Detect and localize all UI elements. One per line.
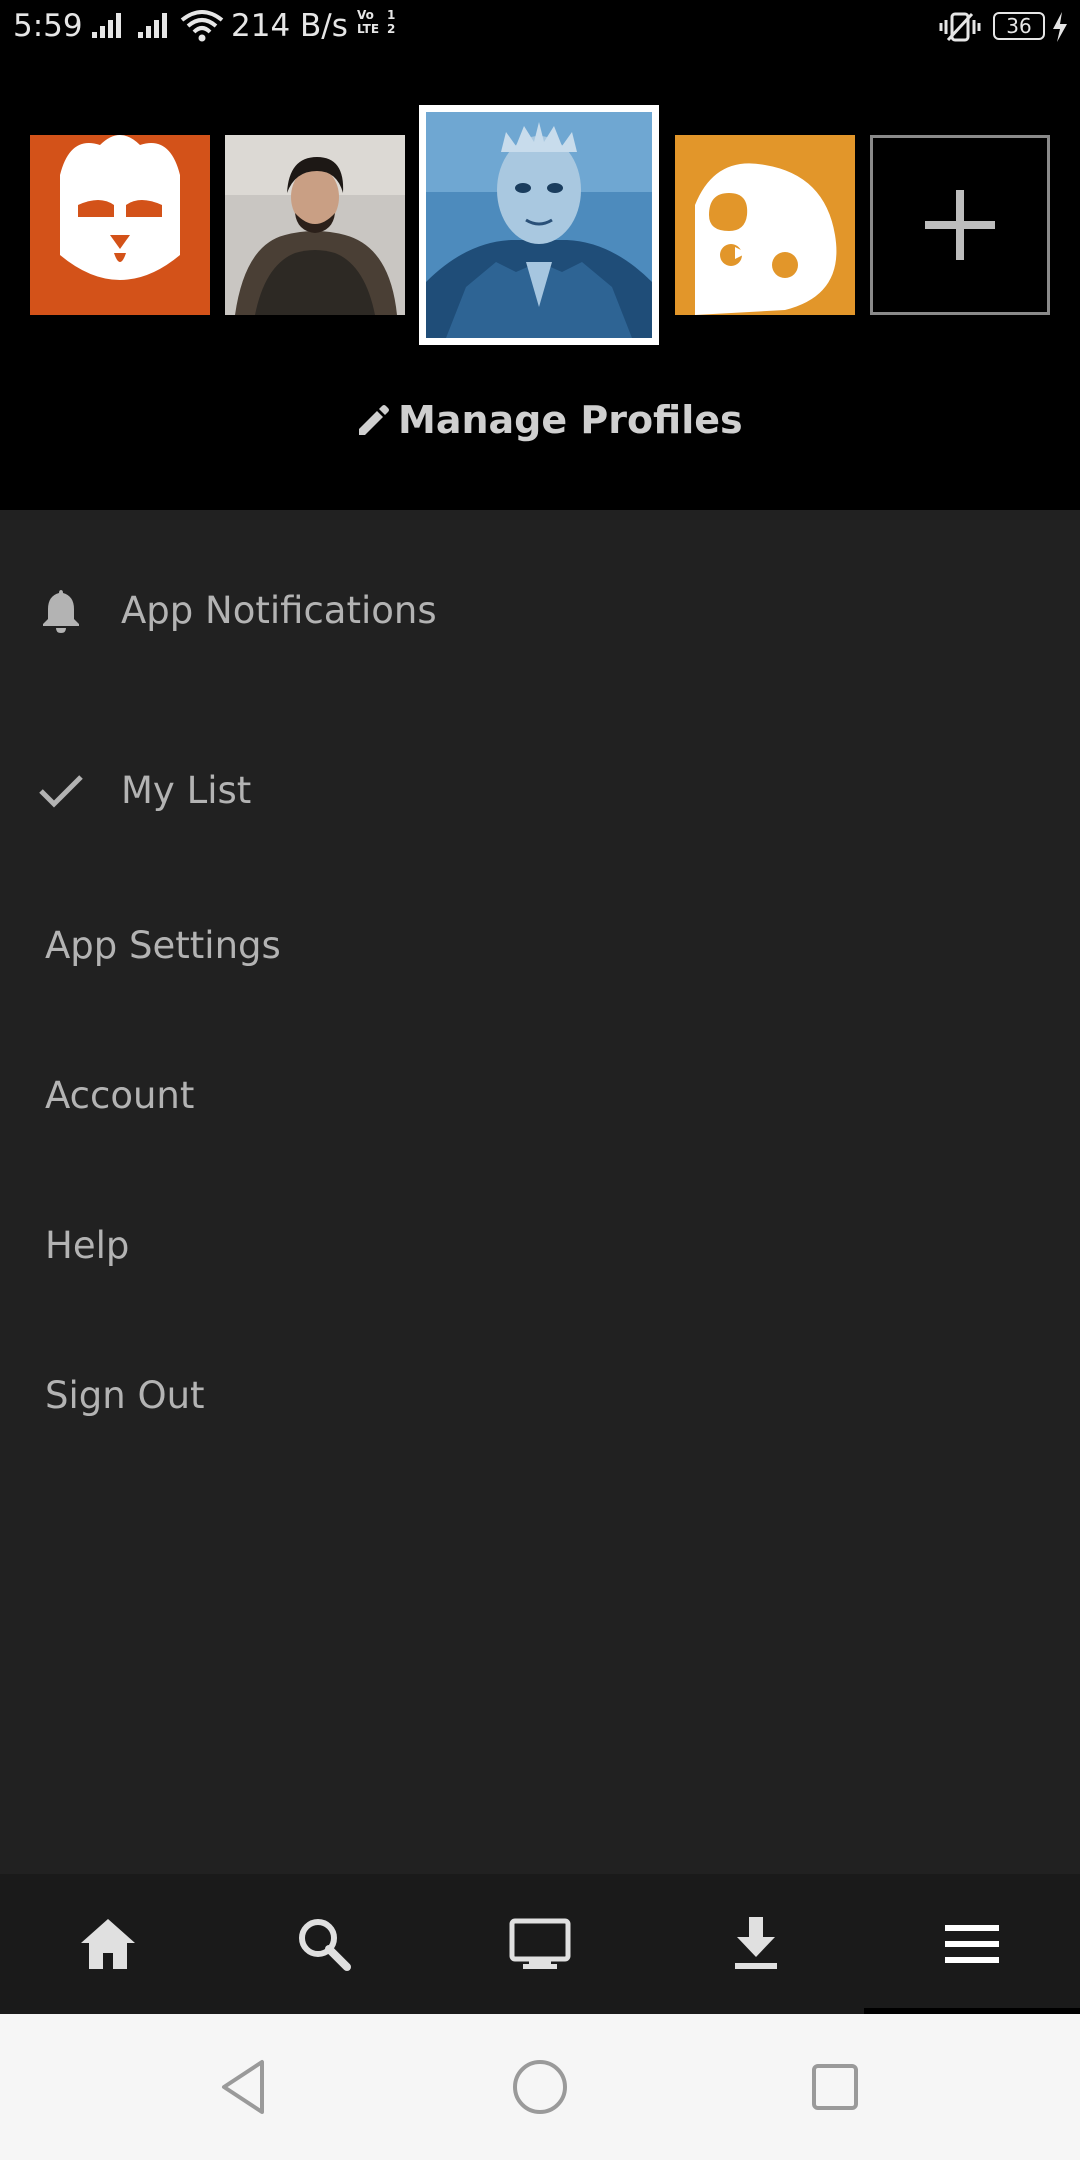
home-circle-icon — [513, 2060, 567, 2114]
plus-icon — [925, 190, 995, 260]
volte-label: Vo LTE — [357, 8, 380, 36]
vibrate-icon — [938, 10, 982, 52]
nav-home[interactable] — [0, 1874, 216, 2014]
profile-avatar-jon-snow[interactable] — [225, 135, 405, 315]
status-time: 5:59 — [13, 8, 83, 44]
system-back-button[interactable] — [210, 2052, 280, 2122]
nav-search[interactable] — [216, 1874, 432, 2014]
status-bar: 5:59 214 B/s Vo LTE 1 2 36 — [0, 0, 1080, 56]
download-icon — [735, 1917, 777, 1969]
tv-icon — [509, 1918, 571, 1969]
menu-item-my-list[interactable]: My List — [0, 710, 1080, 870]
charging-icon — [1050, 10, 1070, 52]
manage-profiles-button[interactable]: Manage Profiles — [354, 392, 743, 448]
menu-item-app-settings[interactable]: App Settings — [0, 890, 1080, 1000]
profile-avatar-night-king[interactable] — [419, 105, 659, 345]
profile-avatar-kids[interactable] — [675, 135, 855, 315]
wifi-icon — [180, 8, 224, 50]
menu-item-help[interactable]: Help — [0, 1190, 1080, 1300]
sim-slot-2: 2 — [387, 22, 396, 36]
recents-icon — [812, 2064, 858, 2110]
nav-coming-soon[interactable] — [432, 1874, 648, 2014]
menu-label-account: Account — [45, 1073, 195, 1117]
battery-indicator: 36 — [993, 12, 1045, 40]
system-nav-bar — [0, 2014, 1080, 2160]
screen: 5:59 214 B/s Vo LTE 1 2 36 Manage Profil… — [0, 0, 1080, 2160]
back-icon — [222, 2060, 264, 2114]
signal-icon — [136, 10, 176, 48]
menu-label-my-list: My List — [121, 768, 252, 812]
menu-label-sign-out: Sign Out — [45, 1373, 205, 1417]
account-menu: App Notifications My List App Settings A… — [0, 510, 1080, 1874]
manage-profiles-label: Manage Profiles — [398, 398, 743, 442]
sim-slot-1: 1 — [387, 8, 396, 22]
nav-more[interactable] — [864, 1874, 1080, 2014]
bottom-nav — [0, 1874, 1080, 2014]
pencil-icon — [359, 405, 389, 435]
add-profile-button[interactable] — [870, 135, 1050, 315]
menu-item-app-notifications[interactable]: App Notifications — [0, 530, 1080, 690]
menu-label-app-settings: App Settings — [45, 923, 281, 967]
system-home-button[interactable] — [505, 2052, 575, 2122]
search-icon — [299, 1919, 351, 1971]
network-speed: 214 B/s — [231, 8, 348, 44]
profile-avatar-chicken[interactable] — [30, 135, 210, 315]
checkmark-icon — [39, 775, 83, 808]
menu-item-sign-out[interactable]: Sign Out — [0, 1340, 1080, 1450]
nav-downloads[interactable] — [648, 1874, 864, 2014]
home-icon — [81, 1919, 135, 1969]
bell-icon — [43, 590, 79, 633]
menu-label-help: Help — [45, 1223, 130, 1267]
menu-icon — [945, 1925, 999, 1963]
volte-indicator: Vo LTE 1 2 — [357, 8, 395, 36]
signal-icon — [90, 10, 130, 48]
menu-label-app-notifications: App Notifications — [121, 588, 437, 632]
profile-switcher: Manage Profiles — [0, 56, 1080, 510]
menu-item-account[interactable]: Account — [0, 1040, 1080, 1150]
system-recents-button[interactable] — [800, 2052, 870, 2122]
